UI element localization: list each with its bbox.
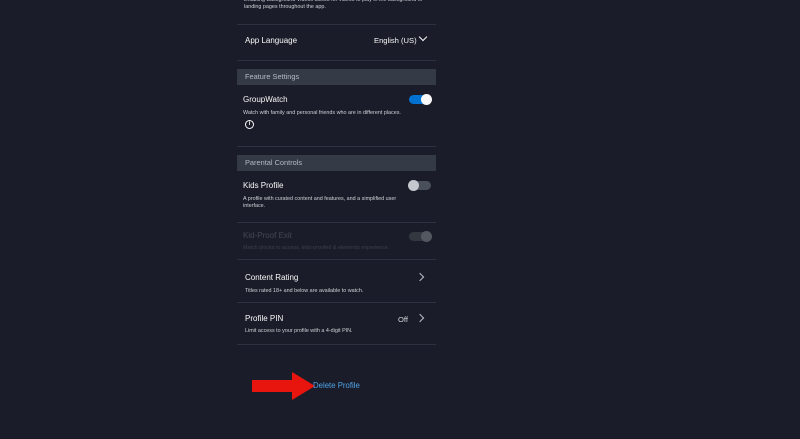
kid-proof-exit-toggle	[409, 231, 432, 242]
groupwatch-label: GroupWatch	[243, 95, 288, 104]
kids-profile-label: Kids Profile	[243, 181, 284, 190]
divider	[237, 259, 436, 260]
profile-pin-description: Limit access to your profile with a 4-di…	[245, 328, 353, 334]
divider	[237, 60, 436, 61]
kids-profile-row: Kids Profile A profile with curated cont…	[237, 174, 436, 218]
content-rating-row[interactable]: Content Rating Titles rated 18+ and belo…	[237, 262, 436, 302]
app-language-row[interactable]: App Language English (US)	[237, 25, 436, 59]
kid-proof-exit-description: Match blocks to access, kids-proofed & e…	[243, 245, 390, 251]
kid-proof-exit-label: Kid-Proof Exit	[243, 231, 292, 240]
kids-profile-toggle[interactable]	[408, 180, 431, 191]
app-language-value: English (US)	[374, 36, 417, 45]
toggle-knob	[421, 94, 432, 105]
groupwatch-toggle[interactable]	[409, 94, 432, 105]
toggle-knob	[421, 231, 432, 242]
red-arrow-icon	[252, 372, 315, 400]
groupwatch-row: GroupWatch Watch with family and persona…	[237, 88, 436, 140]
kids-profile-description: A profile with curated content and featu…	[243, 196, 397, 209]
info-icon[interactable]: i	[245, 120, 254, 129]
chevron-down-icon	[418, 32, 428, 42]
delete-profile-link[interactable]: Delete Profile	[313, 381, 360, 390]
profile-pin-row[interactable]: Profile PIN Off Limit access to your pro…	[237, 303, 436, 343]
chevron-right-icon	[415, 272, 425, 282]
groupwatch-description: Watch with family and personal friends w…	[243, 110, 401, 116]
arrow-shape	[252, 372, 315, 400]
profile-pin-value: Off	[398, 315, 408, 324]
app-language-label: App Language	[245, 36, 298, 45]
content-rating-label: Content Rating	[245, 273, 299, 282]
divider	[237, 344, 436, 345]
chevron-right-icon	[415, 313, 425, 323]
content-rating-description: Titles rated 18+ and below are available…	[245, 288, 364, 294]
toggle-knob	[408, 180, 419, 191]
background-video-description: Enabling Background Videos allows for vi…	[244, 0, 423, 10]
profile-pin-label: Profile PIN	[245, 314, 284, 323]
parental-controls-header: Parental Controls	[237, 155, 436, 171]
divider	[237, 146, 436, 147]
kid-proof-exit-row: Kid-Proof Exit Match blocks to access, k…	[237, 223, 436, 259]
feature-settings-header: Feature Settings	[237, 69, 436, 85]
